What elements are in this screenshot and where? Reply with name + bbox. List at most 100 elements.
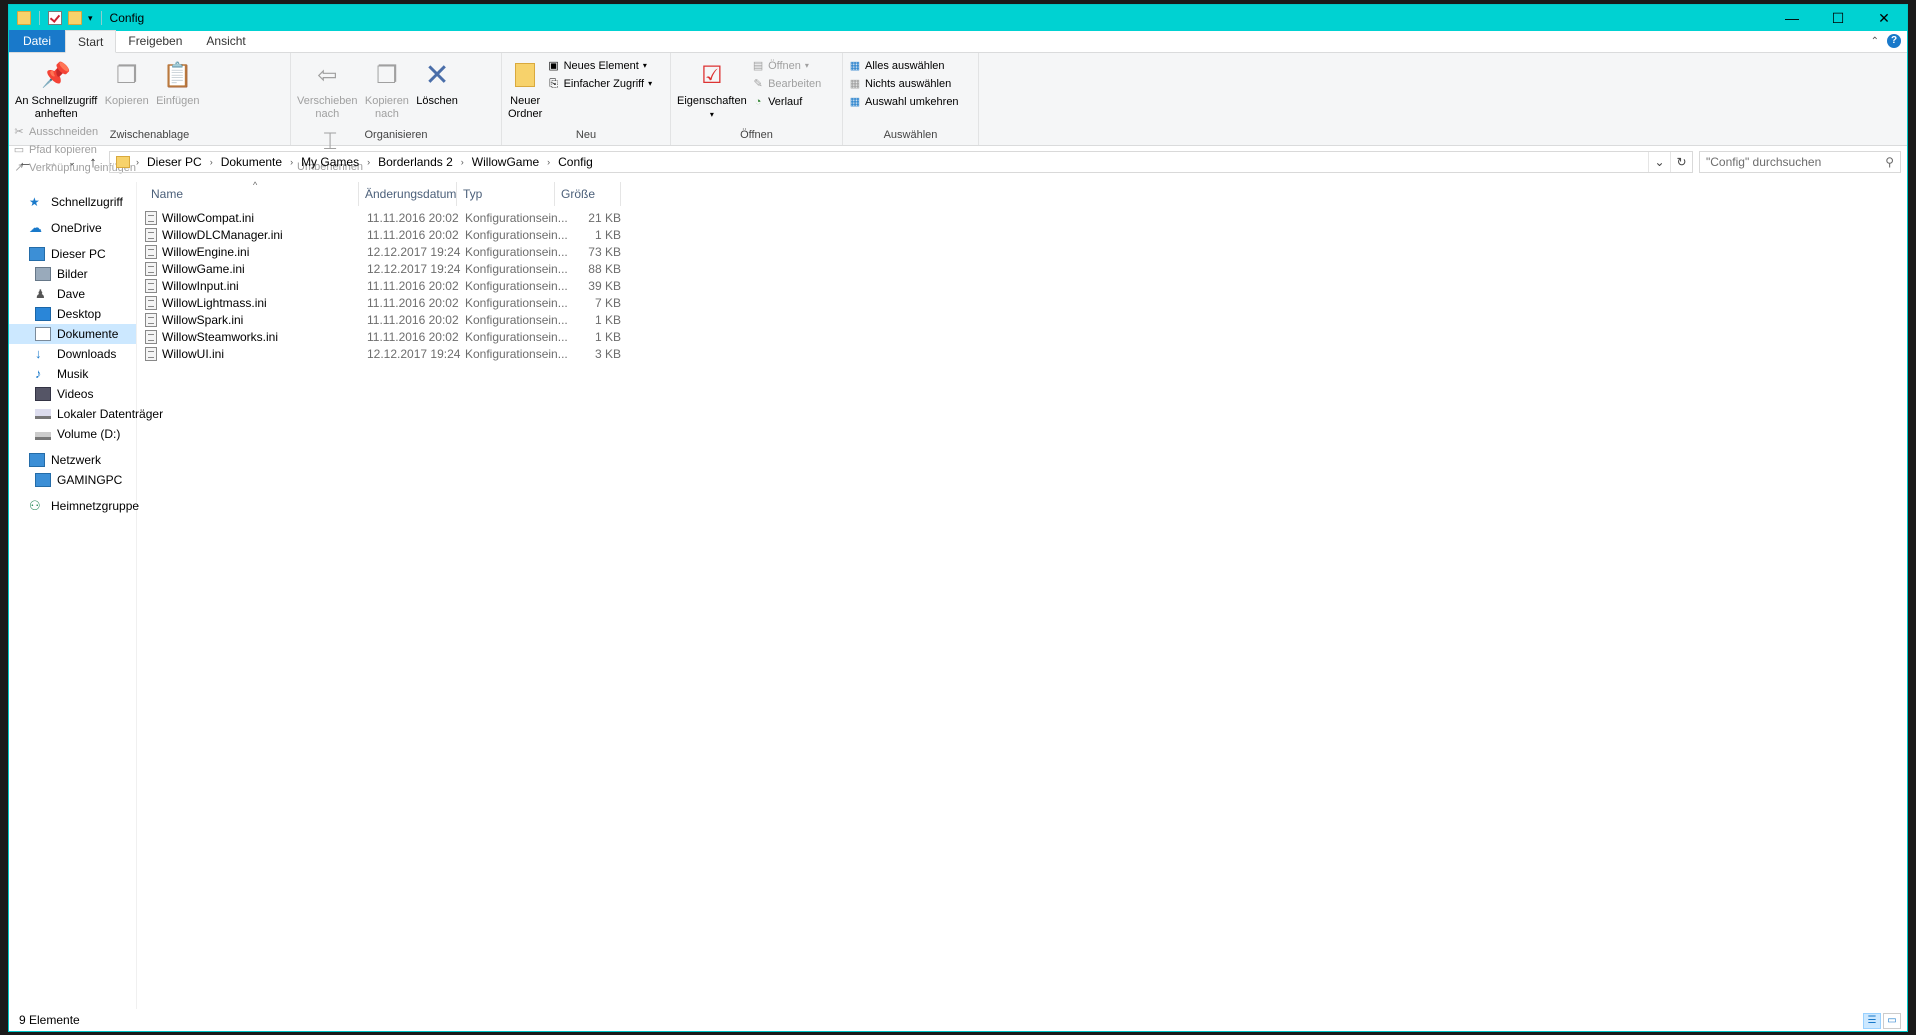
new-folder-icon[interactable] — [68, 11, 82, 25]
details-view-icon[interactable]: ☰ — [1863, 1013, 1881, 1029]
sidebar-item-videos[interactable]: Videos — [9, 384, 136, 404]
minimize-button[interactable]: — — [1769, 5, 1815, 31]
sidebar-item-homegroup[interactable]: ⚇ Heimnetzgruppe — [9, 496, 139, 516]
maximize-button[interactable]: ☐ — [1815, 5, 1861, 31]
column-header-type[interactable]: Typ — [457, 182, 555, 206]
table-row[interactable]: WillowLightmass.ini 11.11.2016 20:02 Konfi… — [145, 294, 745, 311]
chevron-right-icon: › — [290, 157, 294, 167]
select-all-icon: ▦ — [849, 60, 861, 72]
table-row[interactable]: WillowInput.ini 11.11.2016 20:02 Konfigura… — [145, 277, 745, 294]
table-row[interactable]: WillowGame.ini 12.12.2017 19:24 Konfigurat… — [145, 260, 745, 277]
address-dropdown-icon[interactable]: ⌄ — [1648, 152, 1670, 172]
tab-file[interactable]: Datei — [9, 30, 66, 52]
column-header-name[interactable]: Name ^ — [145, 180, 359, 206]
history-button[interactable]: ◔ Verlauf — [752, 94, 821, 110]
properties-check-icon: ☑ — [701, 61, 723, 89]
delete-button[interactable]: ✕ Löschen — [414, 57, 460, 110]
properties-button[interactable]: ☑ Eigenschaften ▾ — [675, 57, 749, 123]
table-row[interactable]: WillowCompat.ini 11.11.2016 20:02 Konfigur… — [145, 209, 745, 226]
refresh-icon[interactable]: ↻ — [1670, 152, 1692, 172]
sidebar-item-music[interactable]: ♪ Musik — [9, 364, 136, 384]
copyto-label-line2: nach — [374, 108, 399, 120]
select-all-button[interactable]: ▦ Alles auswählen — [849, 58, 959, 74]
file-size: 88 KB — [588, 261, 621, 276]
pin-quick-access-button[interactable]: 📌 An Schnellzugriff anheften — [13, 57, 99, 123]
breadcrumb-config[interactable]: Config — [558, 155, 593, 169]
toolbar-separator — [100, 11, 102, 25]
easy-access-button[interactable]: ⎘ Einfacher Zugriff ▾ — [548, 76, 652, 92]
column-header-size[interactable]: Größe — [555, 182, 621, 206]
tab-share[interactable]: Freigeben — [116, 30, 194, 52]
copy-button[interactable]: ❐ Kopieren — [103, 57, 151, 110]
breadcrumb-this-pc[interactable]: Dieser PC — [147, 155, 202, 169]
tab-start[interactable]: Start — [65, 30, 117, 53]
sidebar-item-gamingpc[interactable]: GAMINGPC — [9, 470, 136, 490]
file-date: 11.11.2016 20:02 — [367, 295, 459, 310]
sidebar-item-pictures[interactable]: Bilder — [9, 264, 136, 284]
breadcrumb-my-games[interactable]: My Games — [301, 155, 359, 169]
file-name: WillowLightmass.ini — [162, 295, 267, 310]
move-to-button[interactable]: ⇦ Verschieben nach — [295, 57, 360, 123]
close-button[interactable]: ✕ — [1861, 5, 1907, 31]
folder-icon — [17, 11, 31, 25]
sidebar-item-desktop[interactable]: Desktop — [9, 304, 136, 324]
file-list: Name ^ Änderungsdatum Typ Größe WillowCom… — [137, 180, 1907, 1009]
column-header-date[interactable]: Änderungsdatum — [359, 182, 457, 206]
file-size: 7 KB — [594, 295, 621, 310]
edit-button[interactable]: ✎ Bearbeiten — [752, 76, 821, 92]
toolbar-separator — [39, 11, 40, 25]
sidebar-item-onedrive[interactable]: ☁ OneDrive — [9, 218, 136, 238]
sidebar-item-documents[interactable]: Dokumente — [9, 324, 136, 344]
file-size: 21 KB — [588, 210, 621, 225]
file-name: WillowDLCManager.ini — [162, 227, 283, 242]
homegroup-icon: ⚇ — [29, 498, 41, 513]
sidebar-item-volume-d[interactable]: Volume (D:) — [9, 424, 136, 444]
documents-icon — [35, 327, 51, 341]
properties-icon[interactable] — [48, 11, 62, 25]
sidebar-item-network[interactable]: Netzwerk — [9, 450, 136, 470]
chevron-right-icon: › — [367, 157, 371, 167]
table-row[interactable]: WillowSpark.ini 11.11.2016 20:02 Konfigura… — [145, 311, 745, 328]
invert-selection-button[interactable]: ▦ Auswahl umkehren — [849, 94, 959, 110]
file-name: WillowEngine.ini — [162, 244, 250, 259]
file-date: 12.12.2017 19:24 — [367, 346, 461, 361]
sidebar-item-quick-access[interactable]: ★ Schnellzugriff — [9, 192, 136, 212]
breadcrumb-documents[interactable]: Dokumente — [221, 155, 282, 169]
copy-to-button[interactable]: ❐ Kopieren nach — [363, 57, 411, 123]
sidebar-item-downloads[interactable]: ↓ Downloads — [9, 344, 136, 364]
chevron-right-icon: › — [209, 157, 213, 167]
file-name: WillowInput.ini — [162, 278, 239, 293]
file-type: Konfigurationsein... — [465, 227, 568, 242]
breadcrumb-borderlands2[interactable]: Borderlands 2 — [378, 155, 453, 169]
computer-icon — [29, 247, 45, 261]
open-button[interactable]: ▤ Öffnen ▾ — [752, 58, 821, 74]
new-folder-button[interactable]: Neuer Ordner — [506, 57, 544, 123]
easy-access-icon: ⎘ — [549, 78, 558, 90]
sidebar-item-this-pc[interactable]: Dieser PC — [9, 244, 136, 264]
title-bar: ▾ Config — ☐ ✕ — [9, 5, 1907, 31]
file-size: 3 KB — [594, 346, 621, 361]
sidebar-item-label: Dokumente — [57, 327, 119, 341]
sidebar-item-dave[interactable]: ♟ Dave — [9, 284, 136, 304]
sidebar-item-label: Videos — [57, 387, 94, 401]
select-none-button[interactable]: ▦ Nichts auswählen — [849, 76, 959, 92]
sidebar-item-local-disk[interactable]: Lokaler Datenträger — [9, 404, 163, 424]
desktop-icon — [35, 307, 51, 321]
tab-view[interactable]: Ansicht — [194, 30, 257, 52]
pin-icon: 📌 — [41, 61, 72, 89]
collapse-ribbon-icon[interactable]: ⌃ — [1871, 36, 1879, 47]
address-bar[interactable]: › Dieser PC › Dokumente › My Games › Border… — [109, 151, 1693, 173]
table-row[interactable]: WillowEngine.ini 12.12.2017 19:24 Konfigur… — [145, 243, 745, 260]
table-row[interactable]: WillowSteamworks.ini 11.11.2016 20:02 Konf… — [145, 328, 745, 345]
invert-selection-icon: ▦ — [849, 96, 861, 108]
paste-button[interactable]: 📋 Einfügen — [154, 57, 201, 110]
customize-toolbar-icon[interactable]: ▾ — [88, 13, 93, 24]
content-area: ★ Schnellzugriff ☁ OneDrive Dieser PC Bild… — [9, 180, 1907, 1009]
large-icons-view-icon[interactable]: ▭ — [1883, 1013, 1901, 1029]
help-icon[interactable]: ? — [1887, 34, 1901, 48]
breadcrumb-willowgame[interactable]: WillowGame — [472, 155, 539, 169]
table-row[interactable]: WillowDLCManager.ini 11.11.2016 20:02 Konf… — [145, 226, 745, 243]
search-input[interactable]: "Config" durchsuchen ⚲ — [1699, 151, 1901, 173]
new-item-button[interactable]: ▣ Neues Element ▾ — [548, 58, 653, 74]
table-row[interactable]: WillowUI.ini 12.12.2017 19:24 Konfiguratio… — [145, 345, 745, 362]
